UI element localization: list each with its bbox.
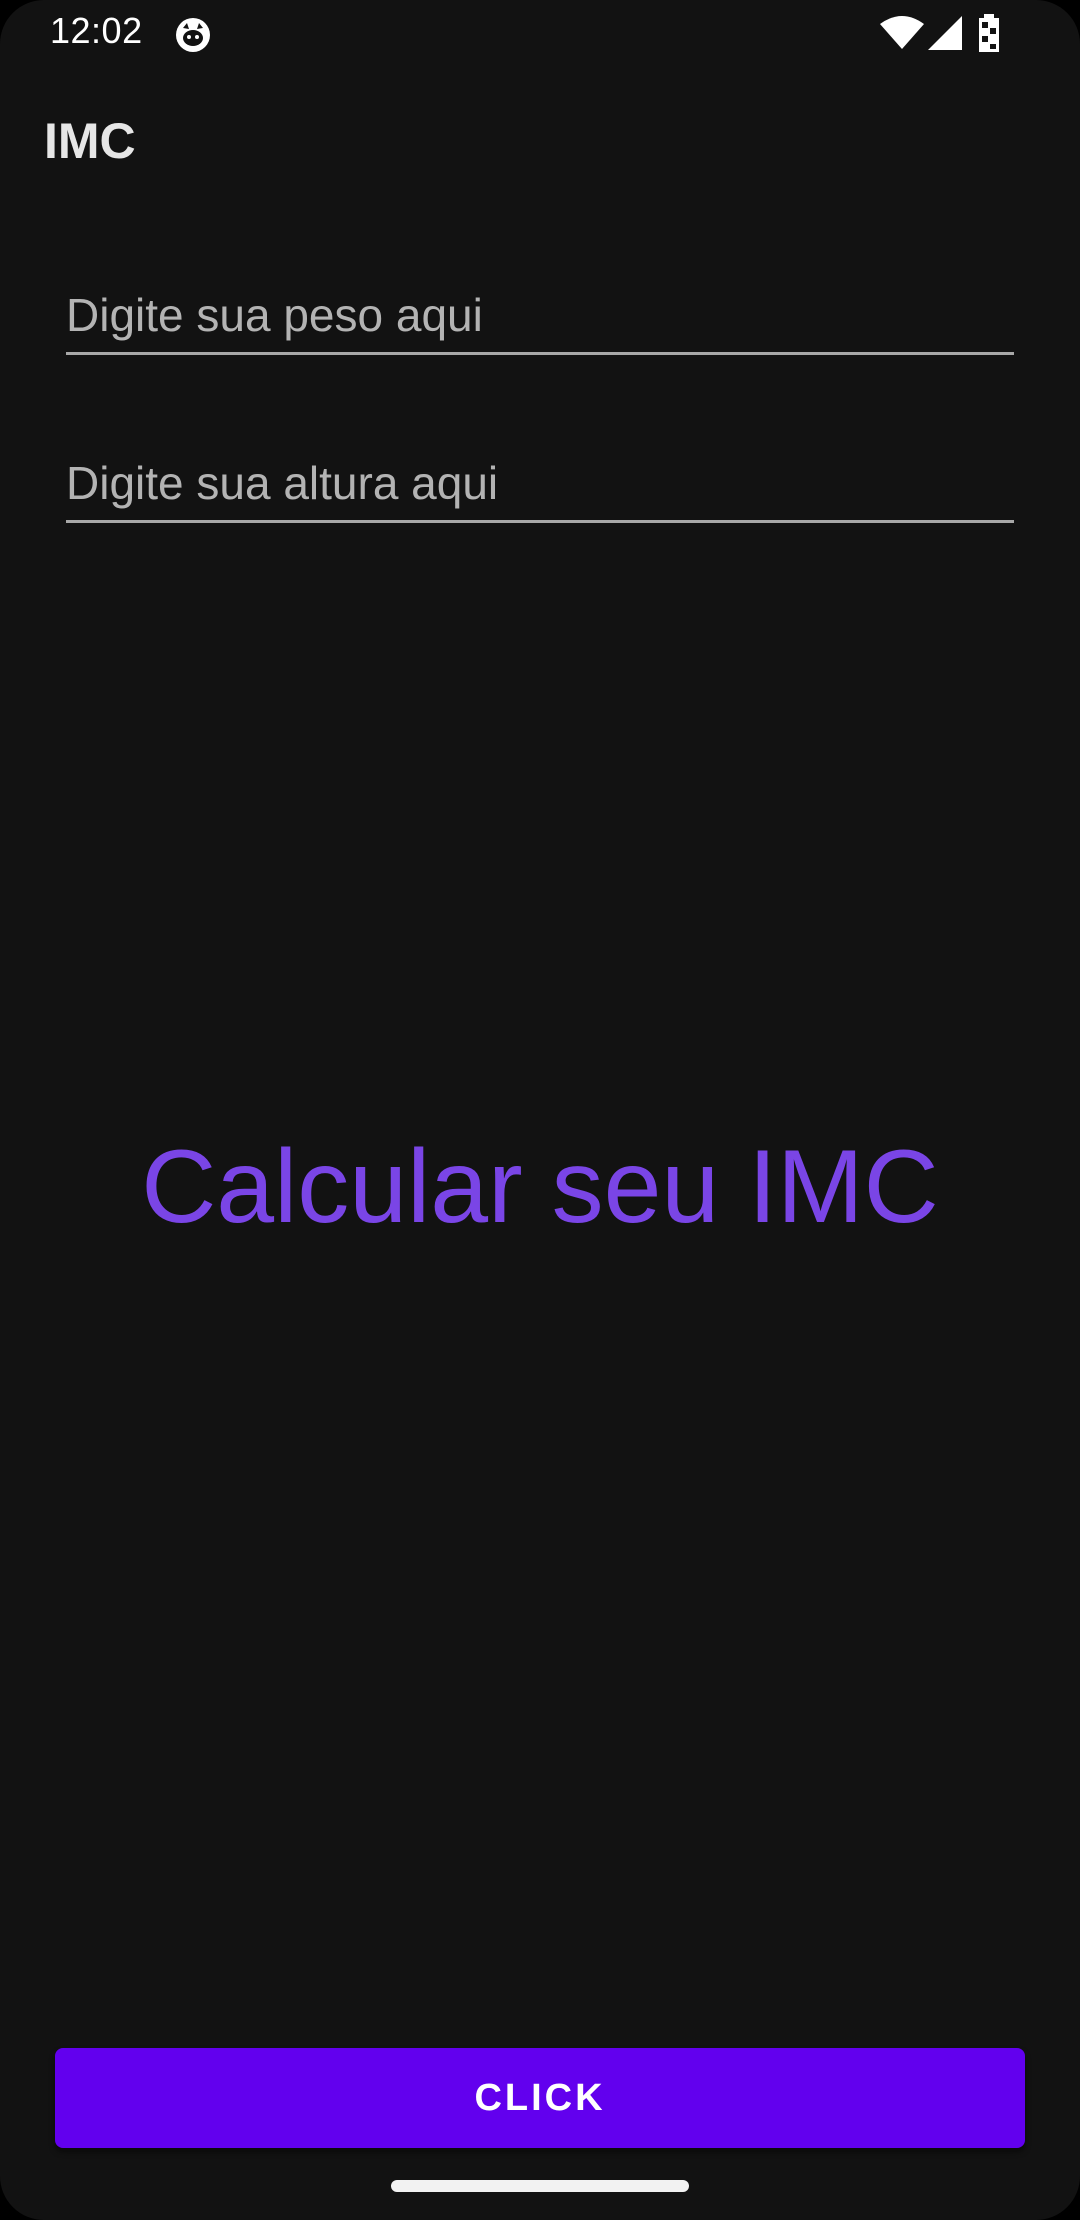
height-field[interactable] bbox=[66, 440, 1014, 523]
wifi-icon bbox=[880, 16, 924, 49]
weight-field[interactable] bbox=[66, 272, 1014, 355]
click-button[interactable]: CLICK bbox=[55, 2048, 1025, 2148]
app-title: IMC bbox=[44, 113, 136, 169]
status-time: 12:02 bbox=[50, 10, 143, 51]
battery-icon bbox=[979, 14, 999, 52]
weight-input[interactable] bbox=[66, 288, 1014, 342]
height-input[interactable] bbox=[66, 456, 1014, 510]
status-bar: 12:02 bbox=[0, 0, 1080, 66]
gesture-nav-handle[interactable] bbox=[391, 2180, 689, 2192]
app-screen: 12:02 IMC Calcular seu IMC CL bbox=[0, 0, 1080, 2220]
cell-signal-icon bbox=[928, 16, 962, 50]
cat-notification-icon bbox=[176, 18, 210, 52]
result-text: Calcular seu IMC bbox=[141, 1129, 939, 1245]
